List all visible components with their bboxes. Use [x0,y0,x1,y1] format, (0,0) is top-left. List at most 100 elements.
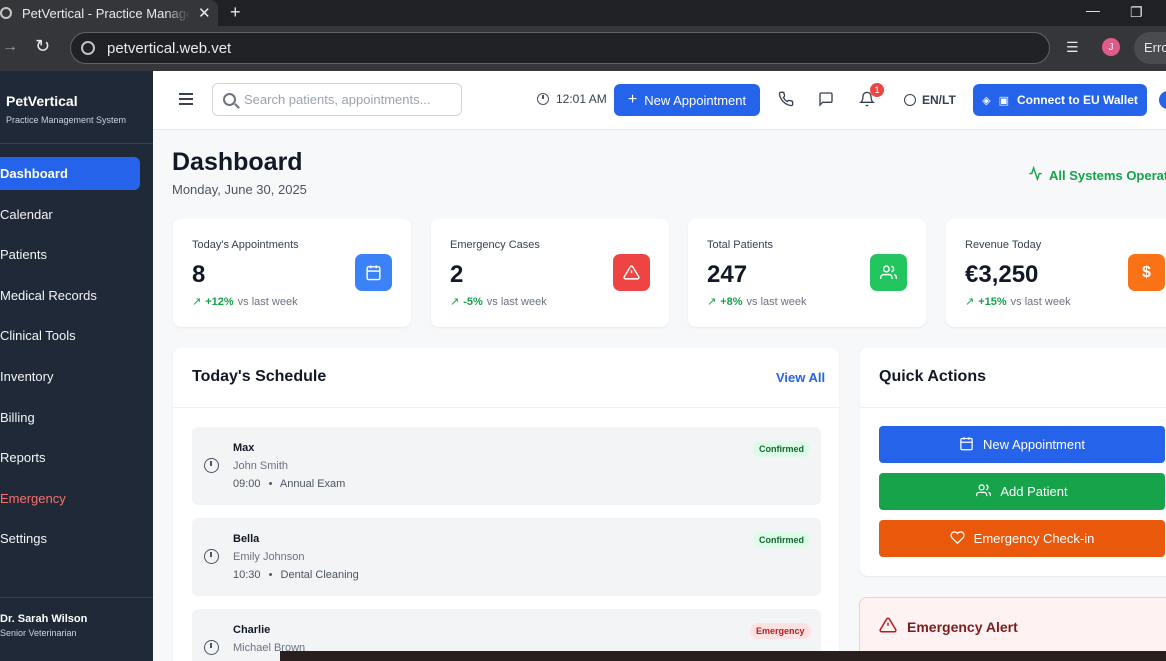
appointment-owner: John Smith [233,460,289,472]
view-all-link[interactable]: View All [776,370,825,385]
dollar-icon: $ [1128,254,1165,291]
appointment-type: Annual Exam [279,478,346,490]
calendar-icon [959,436,974,454]
warning-icon [613,254,650,291]
appointment-item[interactable]: Bella Emily Johnson 10:30 • Dental Clean… [192,518,821,596]
clock-icon [204,640,219,655]
menu-icon[interactable] [179,93,193,105]
browser-tab[interactable]: PetVertical - Practice Management ✕ [0,0,218,26]
sidebar-item-emergency[interactable]: Emergency [0,482,140,515]
system-status: All Systems Operational [1028,165,1166,184]
sidebar-item-clinical-tools[interactable]: Clinical Tools [0,319,140,352]
tab-favicon-icon [0,7,12,19]
activity-icon [1028,165,1043,184]
trend-up-icon: ↗ [450,296,460,308]
sidebar-item-settings[interactable]: Settings [0,522,140,555]
appointment-time: 09:00 [233,478,261,490]
notification-badge: 1 [870,83,884,97]
heart-icon [950,530,965,548]
stat-value: €3,250 [965,261,1039,288]
separator: • [268,569,273,581]
stat-trend: ↗ -5% vs last week [450,295,547,309]
quick-actions-title: Quick Actions [879,368,986,385]
new-tab-button[interactable]: + [230,0,241,24]
profile-avatar[interactable]: J [1102,38,1120,56]
trend-suffix: vs last week [1010,295,1071,308]
quick-emergency-checkin-button[interactable]: Emergency Check-in [879,520,1165,557]
status-badge: Confirmed [753,441,810,457]
stat-value: 247 [707,261,748,288]
card-divider [860,407,1166,408]
tab-title: PetVertical - Practice Management [22,5,190,21]
quick-actions-card: Quick Actions New Appointment Add Patien… [860,348,1166,576]
sidebar-item-medical-records[interactable]: Medical Records [0,279,140,312]
stat-trend: ↗ +8% vs last week [707,295,806,309]
stat-trend: ↗ +15% vs last week [965,295,1071,309]
stat-value: 8 [192,261,206,288]
brand: PetVertical Practice Management System [6,93,126,125]
new-appointment-button[interactable]: + New Appointment [614,84,760,116]
system-status-text: All Systems Operational [1049,167,1166,183]
users-icon [976,483,992,501]
trend-up-icon: ↗ [707,296,717,308]
globe-icon [904,94,916,106]
appointment-pet: Max [233,442,255,454]
wallet-label: Connect to EU Wallet [1016,93,1138,107]
sidebar: PetVertical Practice Management System D… [0,71,153,661]
search-input[interactable] [244,92,444,107]
quick-add-patient-button[interactable]: Add Patient [879,473,1165,510]
appointment-meta: 10:30 • Dental Cleaning [233,569,359,581]
message-icon[interactable] [818,91,834,111]
media-control-icon[interactable]: ☰ [1066,39,1079,56]
error-pill[interactable]: Erro [1134,32,1166,64]
restore-icon[interactable]: ❐ [1130,5,1143,19]
trend-value: -5% [463,295,483,308]
site-info-icon[interactable] [81,41,95,55]
status-badge: Confirmed [753,532,810,548]
appointment-type: Dental Cleaning [280,569,359,581]
brand-subtitle: Practice Management System [6,115,127,125]
stat-label: Emergency Cases [450,239,540,251]
current-time: 12:01 AM [537,92,607,106]
sidebar-item-dashboard[interactable]: Dashboard [0,157,140,190]
address-bar[interactable]: petvertical.web.vet [70,32,1050,64]
back-arrow-icon[interactable]: → [2,38,18,56]
stat-label: Total Patients [707,239,774,251]
sidebar-item-billing[interactable]: Billing [0,401,140,434]
user-avatar[interactable] [1159,91,1166,109]
wallet-diamond-icon: ◈ [982,94,991,107]
sidebar-item-inventory[interactable]: Inventory [0,360,140,393]
sidebar-user[interactable]: Dr. Sarah Wilson Senior Veterinarian [0,613,87,638]
appointment-item[interactable]: Max John Smith 09:00 • Annual Exam Confi… [192,427,821,505]
status-badge: Emergency [750,623,811,639]
search-box[interactable] [212,83,462,116]
minimize-icon[interactable]: — [1086,3,1100,17]
connect-wallet-button[interactable]: ◈ ▣ Connect to EU Wallet [973,84,1147,116]
phone-icon[interactable] [778,91,794,111]
reload-icon[interactable]: ↻ [35,36,50,57]
trend-up-icon: ↗ [192,296,202,308]
stat-card-appointments: Today's Appointments 8 ↗ +12% vs last we… [173,219,411,327]
appointment-owner: Emily Johnson [233,551,305,563]
os-taskbar [280,651,1166,661]
page-title: Dashboard [172,148,303,176]
sidebar-item-calendar[interactable]: Calendar [0,198,140,231]
trend-value: +8% [720,295,743,308]
quick-action-label: Emergency Check-in [973,531,1095,546]
browser-tab-bar: PetVertical - Practice Management ✕ + — … [0,0,1166,26]
separator: • [268,478,273,490]
brand-name: PetVertical [6,93,78,109]
top-header: 12:01 AM + New Appointment 1 EN/LT ◈ ▣ C… [153,71,1166,130]
trend-up-icon: ↗ [965,296,975,308]
appointment-pet: Bella [233,533,260,545]
trend-suffix: vs last week [486,295,547,308]
sidebar-item-patients[interactable]: Patients [0,238,140,271]
quick-new-appointment-button[interactable]: New Appointment [879,426,1165,463]
user-role: Senior Veterinarian [0,628,77,638]
stat-card-revenue: Revenue Today €3,250 ↗ +15% vs last week… [946,219,1166,327]
close-tab-icon[interactable]: ✕ [198,4,211,22]
language-switcher[interactable]: EN/LT [904,93,956,107]
plus-icon: + [627,91,638,108]
sidebar-item-reports[interactable]: Reports [0,441,140,474]
schedule-card: Today's Schedule View All Max John Smith… [173,348,839,661]
